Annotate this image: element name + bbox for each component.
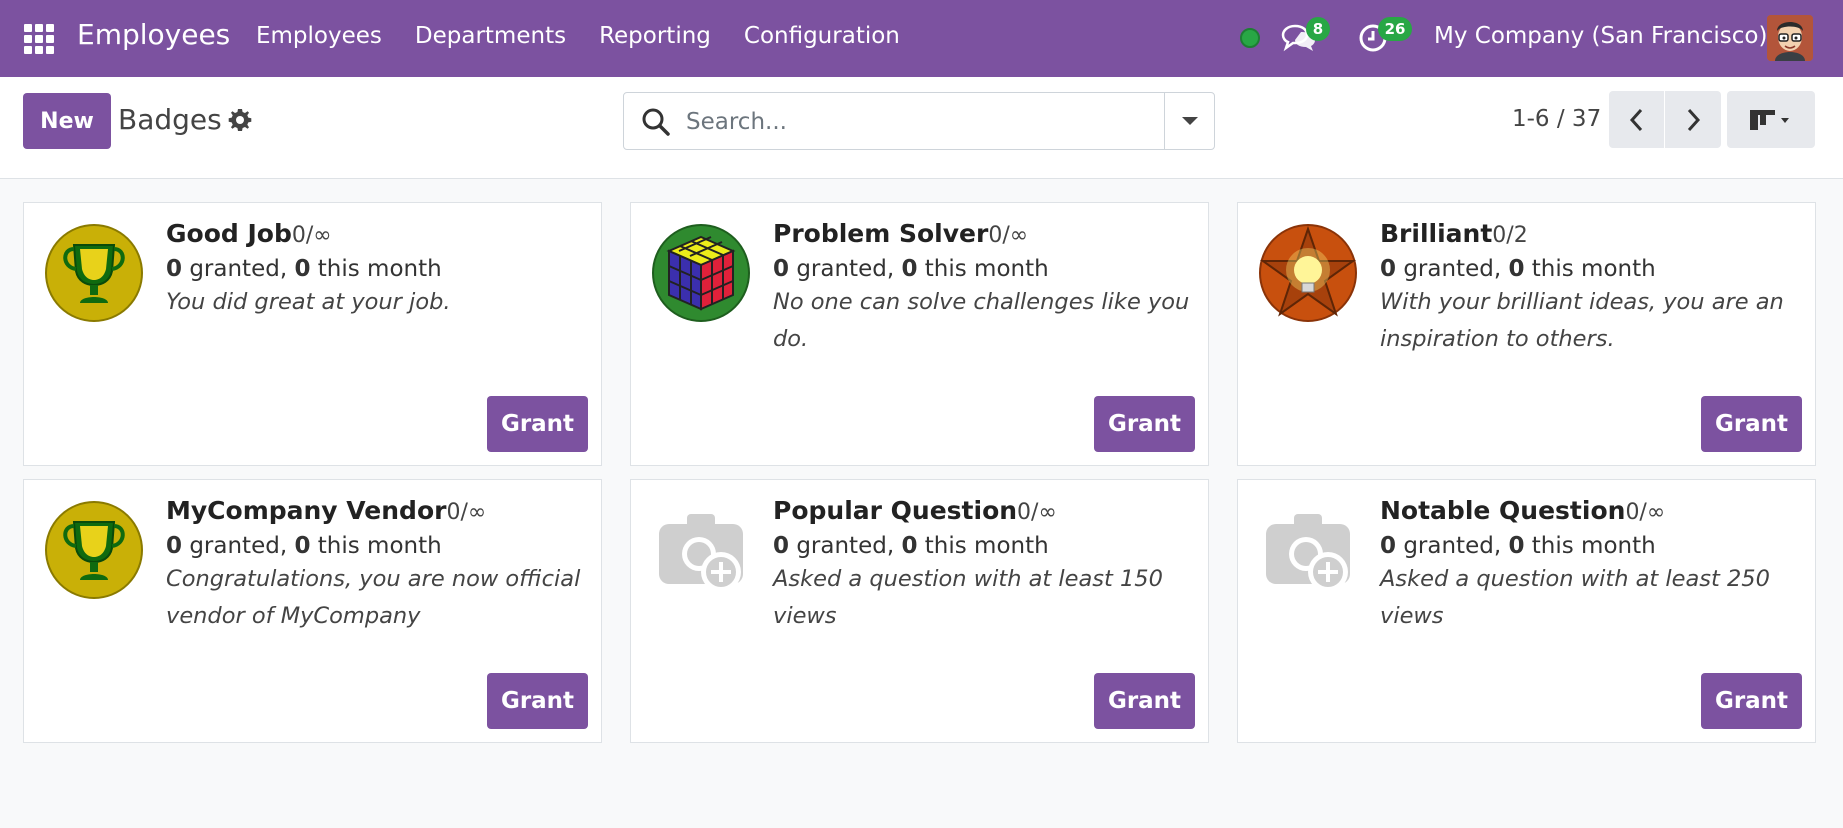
- badge-stats: 0 granted, 0 this month: [166, 533, 442, 559]
- company-switcher[interactable]: My Company (San Francisco): [1434, 23, 1767, 49]
- badge-card-body: Good Job0/∞ 0 granted, 0 this month You …: [166, 219, 587, 321]
- badge-description: Congratulations, you are now official ve…: [166, 566, 581, 629]
- camera-placeholder-icon: [659, 514, 743, 592]
- badge-description: With your brilliant ideas, you are an in…: [1380, 289, 1784, 352]
- rubiks-cube-icon: [652, 224, 750, 322]
- pager-buttons: [1609, 91, 1721, 148]
- badge-limit: 0/∞: [988, 223, 1029, 248]
- menu-departments[interactable]: Departments: [415, 23, 566, 49]
- badge-title[interactable]: Good Job0/∞: [166, 219, 587, 248]
- badge-description: No one can solve challenges like you do.: [773, 289, 1190, 352]
- badge-card-body: Problem Solver0/∞ 0 granted, 0 this mont…: [773, 219, 1194, 358]
- lightbulb-star-icon: [1259, 224, 1357, 322]
- trophy-icon: [45, 224, 143, 322]
- badge-title[interactable]: Problem Solver0/∞: [773, 219, 1194, 248]
- nav-menu: Employees Departments Reporting Configur…: [256, 23, 933, 49]
- grant-button[interactable]: Grant: [487, 673, 588, 729]
- camera-placeholder-icon: [1266, 514, 1350, 592]
- badge-card[interactable]: Problem Solver0/∞ 0 granted, 0 this mont…: [630, 202, 1209, 466]
- pager-value[interactable]: 1-6 / 37: [1512, 106, 1601, 132]
- new-button[interactable]: New: [23, 93, 111, 149]
- grant-button[interactable]: Grant: [1094, 396, 1195, 452]
- user-avatar[interactable]: [1767, 15, 1813, 61]
- menu-configuration[interactable]: Configuration: [744, 23, 900, 49]
- kanban-view-icon: [1750, 109, 1789, 130]
- badge-title[interactable]: Brilliant0/2: [1380, 219, 1801, 248]
- trophy-icon: [45, 501, 143, 599]
- menu-reporting[interactable]: Reporting: [599, 23, 711, 49]
- badge-card[interactable]: Good Job0/∞ 0 granted, 0 this month You …: [23, 202, 602, 466]
- view-switcher-button[interactable]: [1727, 91, 1815, 148]
- badge-card-body: Brilliant0/2 0 granted, 0 this month Wit…: [1380, 219, 1801, 358]
- badge-card[interactable]: Notable Question0/∞ 0 granted, 0 this mo…: [1237, 479, 1816, 743]
- top-navbar: Employees Employees Departments Reportin…: [0, 0, 1843, 77]
- badge-limit: 0/∞: [1625, 500, 1666, 525]
- grant-button[interactable]: Grant: [1094, 673, 1195, 729]
- gear-icon[interactable]: [228, 108, 252, 132]
- chevron-left-icon: [1629, 108, 1642, 131]
- badge-card-body: MyCompany Vendor0/∞ 0 granted, 0 this mo…: [166, 496, 587, 635]
- pager-previous-button[interactable]: [1609, 91, 1665, 148]
- badge-stats: 0 granted, 0 this month: [773, 533, 1049, 559]
- apps-menu-icon[interactable]: [24, 24, 56, 54]
- badge-title[interactable]: Notable Question0/∞: [1380, 496, 1801, 525]
- badge-stats: 0 granted, 0 this month: [1380, 256, 1656, 282]
- chevron-right-icon: [1687, 108, 1701, 131]
- grant-button[interactable]: Grant: [1701, 396, 1802, 452]
- search-options-toggle[interactable]: [1164, 93, 1214, 149]
- menu-employees[interactable]: Employees: [256, 23, 382, 49]
- badge-limit: 0/∞: [291, 223, 332, 248]
- activities-count-badge: 26: [1378, 17, 1412, 41]
- search-input[interactable]: [686, 105, 1146, 139]
- badge-card[interactable]: Brilliant0/2 0 granted, 0 this month Wit…: [1237, 202, 1816, 466]
- badge-stats: 0 granted, 0 this month: [773, 256, 1049, 282]
- app-name[interactable]: Employees: [77, 18, 230, 51]
- search-icon: [642, 108, 670, 136]
- page-title: Badges: [118, 103, 222, 136]
- badge-card[interactable]: MyCompany Vendor0/∞ 0 granted, 0 this mo…: [23, 479, 602, 743]
- badge-limit: 0/∞: [1017, 500, 1057, 525]
- badge-description: Asked a question with at least 150 views: [773, 566, 1163, 629]
- messages-count-badge: 8: [1306, 17, 1330, 41]
- badge-card-body: Notable Question0/∞ 0 granted, 0 this mo…: [1380, 496, 1801, 635]
- control-panel: New Badges 1-6 / 37: [0, 77, 1843, 179]
- chevron-down-icon: [1181, 117, 1198, 125]
- badge-card[interactable]: Popular Question0/∞ 0 granted, 0 this mo…: [630, 479, 1209, 743]
- badge-title[interactable]: MyCompany Vendor0/∞: [166, 496, 587, 525]
- badge-limit: 0/∞: [446, 500, 487, 525]
- search-box: [623, 92, 1215, 150]
- presence-status-icon[interactable]: [1240, 28, 1260, 48]
- badge-description: Asked a question with at least 250 views: [1380, 566, 1770, 629]
- grant-button[interactable]: Grant: [487, 396, 588, 452]
- badge-description: You did great at your job.: [166, 289, 451, 315]
- badge-limit: 0/2: [1492, 223, 1528, 248]
- badge-stats: 0 granted, 0 this month: [1380, 533, 1656, 559]
- badge-stats: 0 granted, 0 this month: [166, 256, 442, 282]
- badge-card-body: Popular Question0/∞ 0 granted, 0 this mo…: [773, 496, 1194, 635]
- badge-title[interactable]: Popular Question0/∞: [773, 496, 1194, 525]
- grant-button[interactable]: Grant: [1701, 673, 1802, 729]
- pager-next-button[interactable]: [1665, 91, 1721, 148]
